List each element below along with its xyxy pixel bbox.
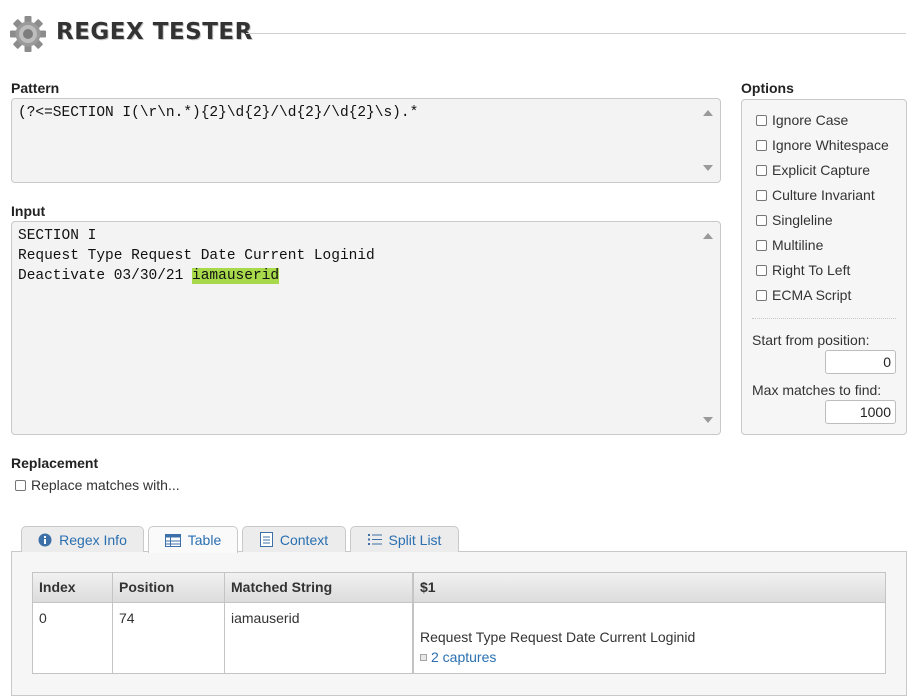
replacement-label: Replacement <box>11 455 99 471</box>
captures-link[interactable]: 2 captures <box>420 649 496 665</box>
column-header-index: Index <box>39 579 76 595</box>
cell-group1: Request Type Request Date Current Logini… <box>420 629 696 645</box>
option-ignore-whitespace[interactable]: Ignore Whitespace <box>756 135 889 155</box>
input-line: Request Type Request Date Current Logini… <box>18 248 375 264</box>
scroll-up-icon[interactable] <box>703 110 713 116</box>
option-ignore-case[interactable]: Ignore Case <box>756 110 848 130</box>
option-multiline[interactable]: Multiline <box>756 235 823 255</box>
input-textarea[interactable]: SECTION I Request Type Request Date Curr… <box>11 221 721 435</box>
app-title: REGEX TESTER <box>56 19 253 45</box>
max-matches-label: Max matches to find: <box>752 382 882 398</box>
scroll-down-icon[interactable] <box>703 165 713 171</box>
max-matches-input[interactable]: 1000 <box>825 400 896 424</box>
checkbox[interactable] <box>756 114 767 126</box>
column-header-group1: $1 <box>420 579 436 595</box>
column-header-matched-string: Matched String <box>231 579 333 595</box>
option-ecma-script[interactable]: ECMA Script <box>756 285 851 305</box>
document-icon <box>259 532 273 547</box>
gear-icon <box>10 16 46 52</box>
options-panel: Ignore Case Ignore Whitespace Explicit C… <box>741 99 907 435</box>
match-highlight: iamauserid <box>192 268 280 284</box>
replace-matches-option[interactable]: Replace matches with... <box>15 476 180 494</box>
pattern-label: Pattern <box>11 80 60 96</box>
checkbox[interactable] <box>756 289 767 301</box>
checkbox[interactable] <box>756 139 767 151</box>
tab-regex-info[interactable]: Regex Info <box>21 526 144 552</box>
column-divider <box>112 573 113 673</box>
scroll-up-icon[interactable] <box>703 233 713 239</box>
table-icon <box>164 533 181 547</box>
options-divider <box>752 318 896 319</box>
results-table: Index Position Matched String $1 0 74 ia… <box>32 572 886 674</box>
tab-context[interactable]: Context <box>242 526 346 552</box>
checkbox[interactable] <box>756 164 767 176</box>
header-divider <box>246 33 906 34</box>
list-icon <box>367 534 382 545</box>
cell-matched-string: iamauserid <box>231 610 300 626</box>
pattern-text: (?<=SECTION I(\r\n.*){2}\d{2}/\d{2}/\d{2… <box>18 105 419 121</box>
info-icon <box>38 533 52 546</box>
input-line: SECTION I <box>18 228 97 244</box>
checkbox[interactable] <box>756 239 767 251</box>
tab-table[interactable]: Table <box>148 526 238 553</box>
column-header-position: Position <box>119 579 175 595</box>
option-culture-invariant[interactable]: Culture Invariant <box>756 185 875 205</box>
option-explicit-capture[interactable]: Explicit Capture <box>756 160 870 180</box>
input-label: Input <box>11 203 46 219</box>
start-position-input[interactable]: 0 <box>825 350 896 374</box>
column-divider <box>413 573 414 673</box>
checkbox[interactable] <box>15 479 26 491</box>
options-label: Options <box>741 80 794 96</box>
table-header-row: Index Position Matched String $1 <box>33 573 885 603</box>
checkbox[interactable] <box>756 264 767 276</box>
option-singleline[interactable]: Singleline <box>756 210 833 230</box>
checkbox[interactable] <box>756 189 767 201</box>
pattern-input[interactable]: (?<=SECTION I(\r\n.*){2}\d{2}/\d{2}/\d{2… <box>11 98 721 183</box>
cell-position: 74 <box>119 610 135 626</box>
start-position-label: Start from position: <box>752 332 870 348</box>
scroll-down-icon[interactable] <box>703 417 713 423</box>
cell-index: 0 <box>39 610 47 626</box>
expand-icon[interactable] <box>420 653 427 661</box>
app-header: REGEX TESTER <box>0 0 920 70</box>
option-right-to-left[interactable]: Right To Left <box>756 260 850 280</box>
tab-split-list[interactable]: Split List <box>350 526 459 552</box>
checkbox[interactable] <box>756 214 767 226</box>
input-line: Deactivate 03/30/21 iamauserid <box>18 268 280 284</box>
column-divider <box>224 573 225 673</box>
